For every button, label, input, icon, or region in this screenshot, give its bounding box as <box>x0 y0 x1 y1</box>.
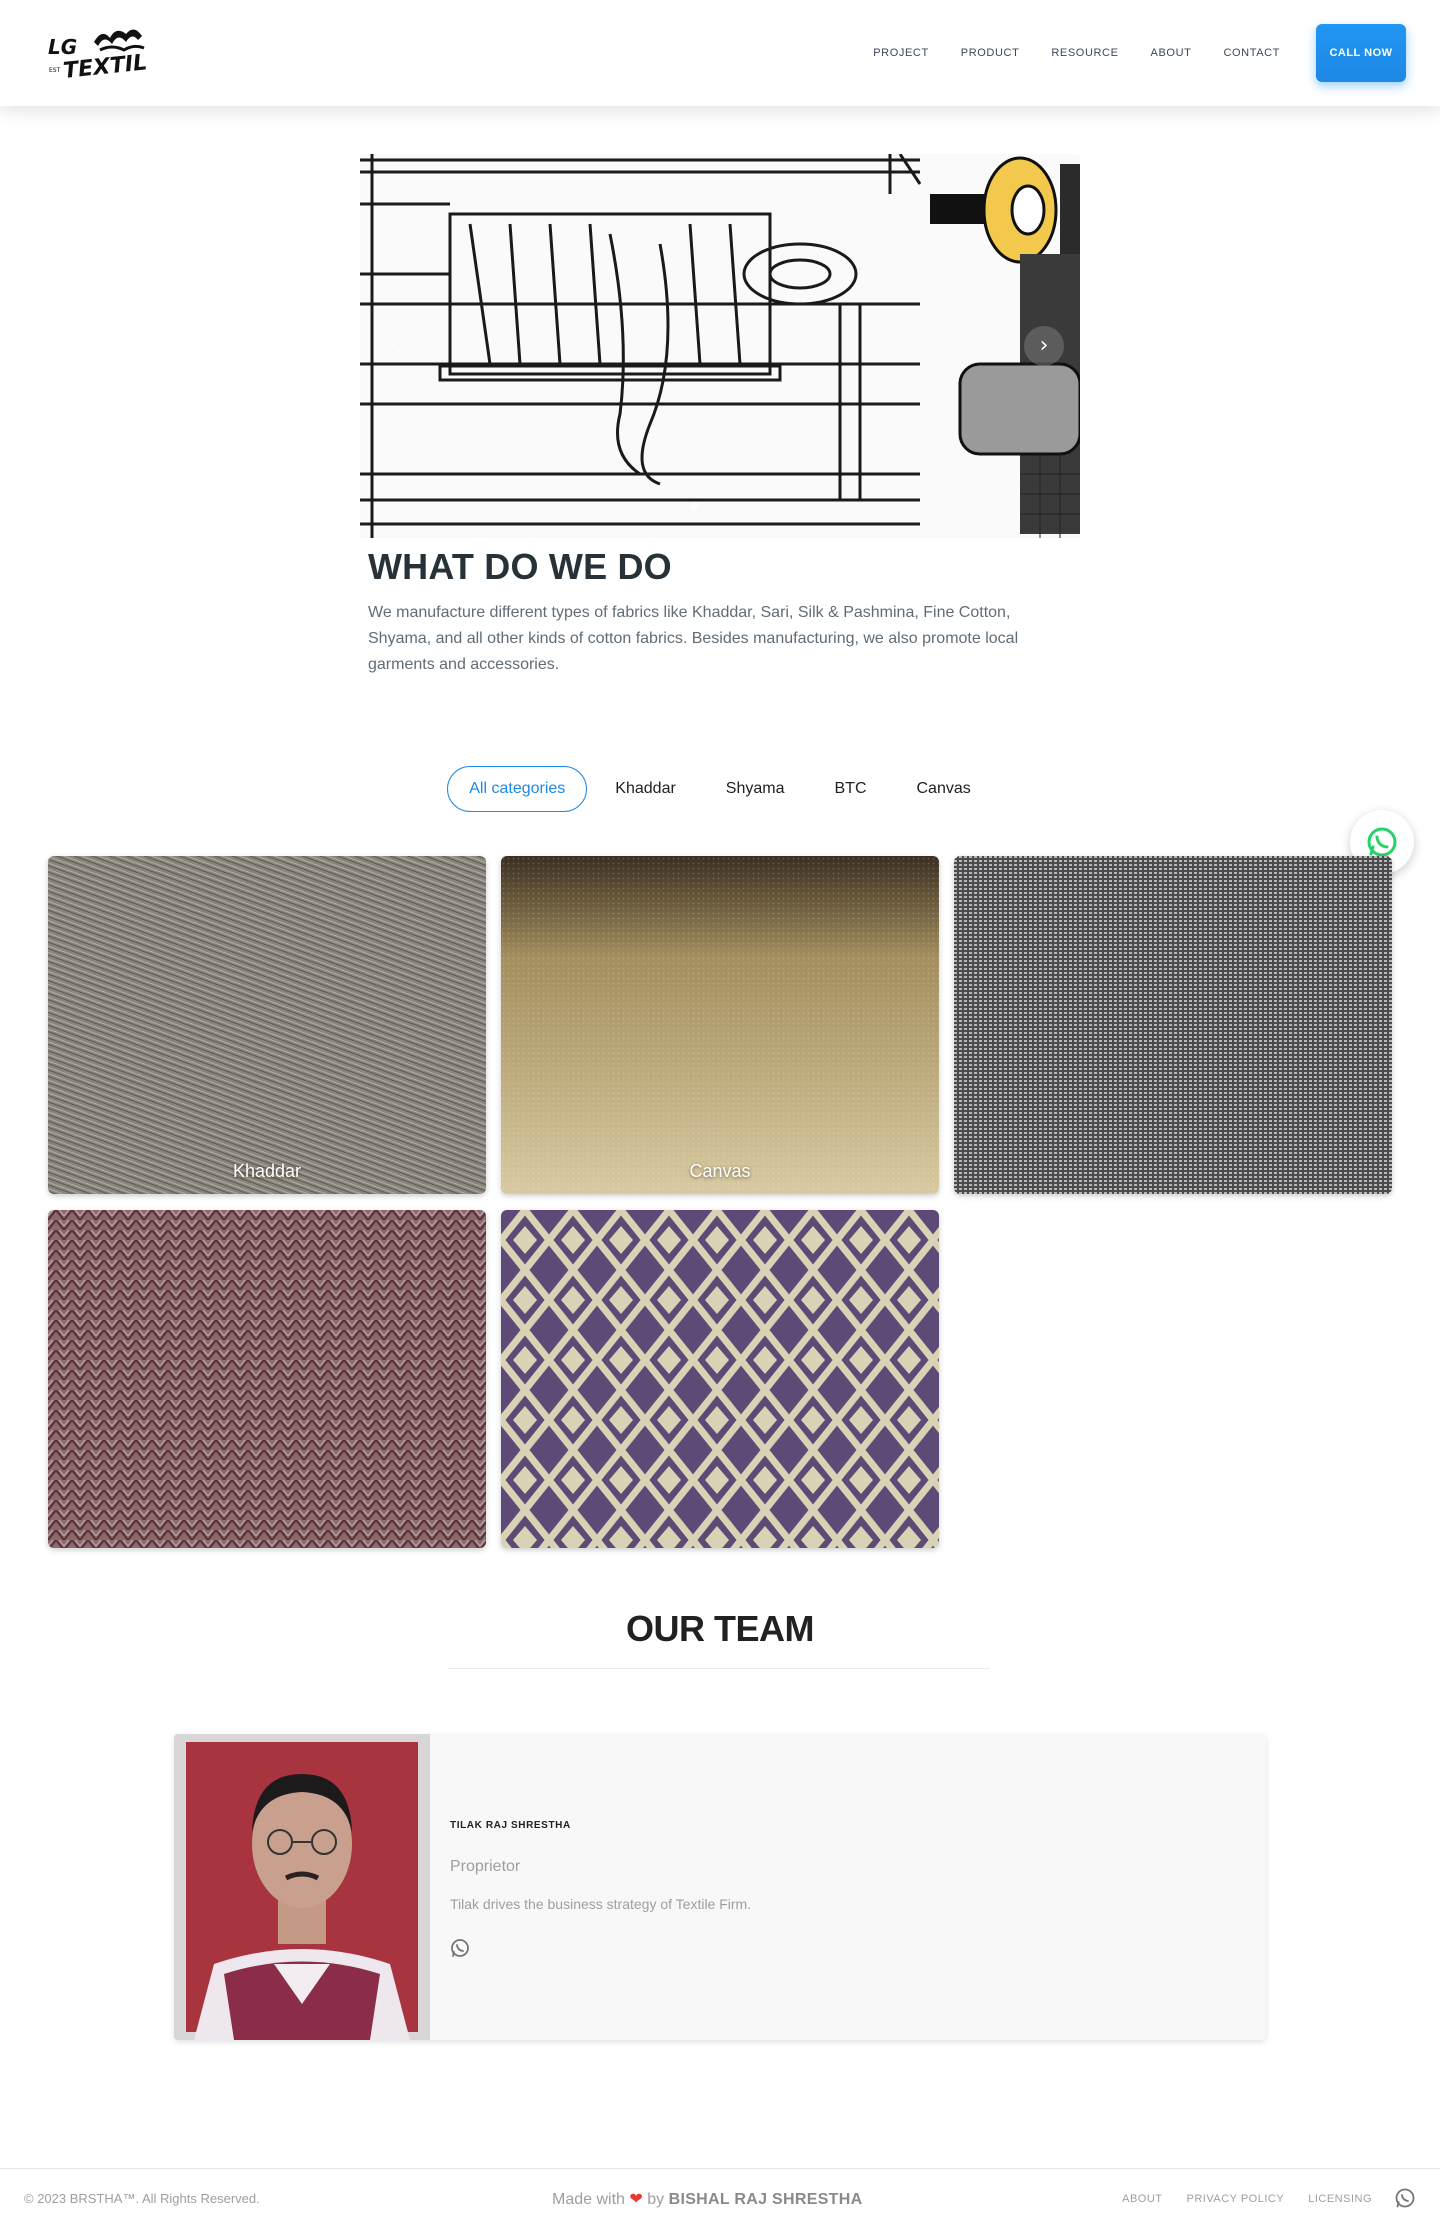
hero-carousel[interactable] <box>360 154 1080 538</box>
team-member-role: Proprietor <box>450 1858 521 1875</box>
footer: © 2023 BRSTHA™. All Rights Reserved. Mad… <box>0 2168 1440 2229</box>
team-member-name: TILAK RAJ SHRESTHA <box>450 1820 571 1831</box>
made-with-label: Made with <box>552 2191 625 2208</box>
navbar: LG EST TEXTILE PROJECT PRODUCT RESOURCE … <box>0 0 1440 106</box>
gallery-item-khaddar[interactable]: Khaddar <box>48 856 486 1194</box>
filter-btc[interactable]: BTC <box>813 766 889 812</box>
gallery-caption: Khaddar <box>232 1161 302 1181</box>
nav-resource[interactable]: RESOURCE <box>1051 41 1118 65</box>
call-now-button[interactable]: CALL NOW <box>1316 24 1406 82</box>
what-we-do-text: We manufacture different types of fabric… <box>368 604 1019 673</box>
nav-project[interactable]: PROJECT <box>873 41 929 65</box>
made-with-text: Made with ❤ by BISHAL RAJ SHRESTHA <box>552 2189 862 2209</box>
team-card: TILAK RAJ SHRESTHA Proprietor Tilak driv… <box>174 1734 1266 2040</box>
chevron-left-icon[interactable]: ‹ <box>380 326 410 366</box>
team-member-photo <box>174 1734 430 2040</box>
footer-link-about[interactable]: ABOUT <box>1122 2193 1162 2205</box>
what-we-do-title: WHAT DO WE DO <box>368 546 672 587</box>
gallery-item-grey-fabric[interactable] <box>954 856 1392 1194</box>
fabric-image <box>501 856 939 1194</box>
nav-about[interactable]: ABOUT <box>1151 41 1192 65</box>
nav-contact[interactable]: CONTACT <box>1223 41 1280 65</box>
main-nav: PROJECT PRODUCT RESOURCE ABOUT CONTACT <box>873 0 1280 106</box>
team-title: OUR TEAM <box>626 1608 815 1649</box>
team-divider <box>448 1668 990 1669</box>
gallery-caption: Canvas <box>689 1161 751 1181</box>
footer-link-licensing[interactable]: LICENSING <box>1308 2193 1372 2205</box>
gallery-item-canvas[interactable]: Canvas <box>501 856 939 1194</box>
fabric-image <box>954 856 1392 1194</box>
whatsapp-icon[interactable] <box>1394 2187 1416 2209</box>
svg-text:EST: EST <box>49 67 61 74</box>
brand-logo[interactable]: LG EST TEXTILE <box>46 22 163 84</box>
gallery-item-maroon-herringbone[interactable] <box>48 1210 486 1548</box>
fabric-image <box>48 856 486 1194</box>
gallery-item-diamond-weave[interactable] <box>501 1210 939 1548</box>
fabric-image <box>501 1210 939 1548</box>
filter-khaddar[interactable]: Khaddar <box>593 766 698 812</box>
filter-all-categories[interactable]: All categories <box>447 766 588 812</box>
by-label: by <box>647 2191 665 2208</box>
svg-text:LG: LG <box>48 35 77 59</box>
footer-link-privacy[interactable]: PRIVACY POLICY <box>1187 2193 1285 2205</box>
nav-product[interactable]: PRODUCT <box>961 41 1020 65</box>
footer-links: ABOUT PRIVACY POLICY LICENSING <box>1122 2193 1372 2205</box>
author-link[interactable]: BISHAL RAJ SHRESTHA <box>669 2191 863 2208</box>
filter-shyama[interactable]: Shyama <box>704 766 807 812</box>
category-filters: All categories Khaddar Shyama BTC Canvas <box>0 766 1440 812</box>
whatsapp-icon[interactable] <box>450 1938 470 1958</box>
loom-illustration <box>360 154 1080 538</box>
chevron-right-icon[interactable]: › <box>1024 326 1064 366</box>
fabric-image <box>48 1210 486 1548</box>
team-member-description: Tilak drives the business strategy of Te… <box>450 1896 752 1912</box>
copyright-text: © 2023 BRSTHA™. All Rights Reserved. <box>24 2191 260 2206</box>
carousel-indicator[interactable] <box>690 502 698 510</box>
heart-icon: ❤ <box>629 2189 643 2208</box>
filter-canvas[interactable]: Canvas <box>895 766 993 812</box>
logo-icon: LG EST TEXTILE <box>48 29 163 84</box>
